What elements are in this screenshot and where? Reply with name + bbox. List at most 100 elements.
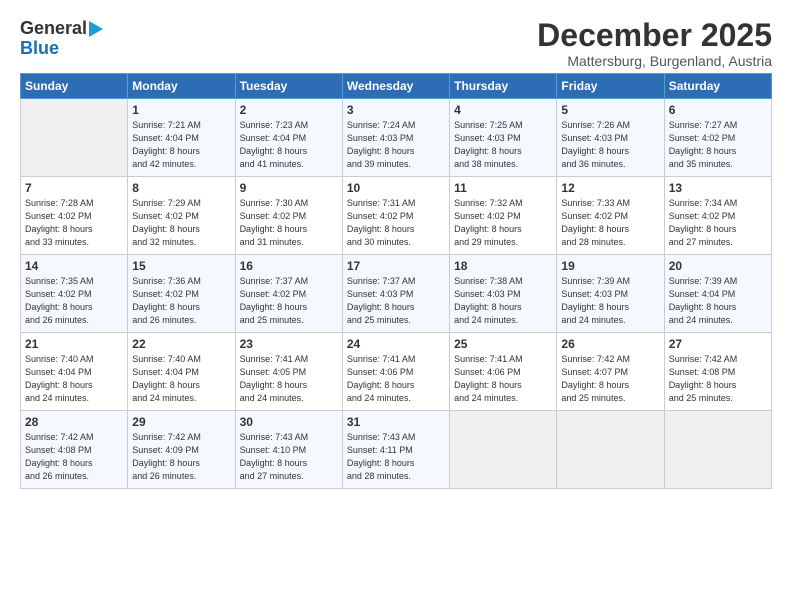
day-info: Sunrise: 7:42 AM Sunset: 4:08 PM Dayligh… — [669, 353, 767, 405]
day-info: Sunrise: 7:23 AM Sunset: 4:04 PM Dayligh… — [240, 119, 338, 171]
header: General Blue December 2025 Mattersburg, … — [20, 18, 772, 69]
day-number: 16 — [240, 259, 338, 273]
day-info: Sunrise: 7:31 AM Sunset: 4:02 PM Dayligh… — [347, 197, 445, 249]
day-cell: 3 Sunrise: 7:24 AM Sunset: 4:03 PM Daylig… — [342, 99, 449, 177]
day-cell: 20Sunrise: 7:39 AM Sunset: 4:04 PM Dayli… — [664, 255, 771, 333]
day-cell: 21Sunrise: 7:40 AM Sunset: 4:04 PM Dayli… — [21, 333, 128, 411]
day-number: 26 — [561, 337, 659, 351]
calendar-table: SundayMondayTuesdayWednesdayThursdayFrid… — [20, 73, 772, 489]
week-row-5: 28 Sunrise: 7:42 AM Sunset: 4:08 PM Dayli… — [21, 411, 772, 489]
day-cell: 19Sunrise: 7:39 AM Sunset: 4:03 PM Dayli… — [557, 255, 664, 333]
day-info: Sunrise: 7:37 AM Sunset: 4:02 PM Dayligh… — [240, 275, 338, 327]
day-cell: 16 Sunrise: 7:37 AM Sunset: 4:02 PM Dayli… — [235, 255, 342, 333]
day-info: Sunrise: 7:26 AM Sunset: 4:03 PM Dayligh… — [561, 119, 659, 171]
day-number: 31 — [347, 415, 445, 429]
day-number: 3 — [347, 103, 445, 117]
col-header-friday: Friday — [557, 74, 664, 99]
day-info: Sunrise: 7:39 AM Sunset: 4:04 PM Dayligh… — [669, 275, 767, 327]
day-info: Sunrise: 7:42 AM Sunset: 4:09 PM Dayligh… — [132, 431, 230, 483]
day-number: 30 — [240, 415, 338, 429]
day-cell: 11 Sunrise: 7:32 AM Sunset: 4:02 PM Dayli… — [450, 177, 557, 255]
day-number: 12 — [561, 181, 659, 195]
location-subtitle: Mattersburg, Burgenland, Austria — [537, 53, 772, 69]
day-info: Sunrise: 7:30 AM Sunset: 4:02 PM Dayligh… — [240, 197, 338, 249]
day-cell: 18 Sunrise: 7:38 AM Sunset: 4:03 PM Dayli… — [450, 255, 557, 333]
day-cell: 9 Sunrise: 7:30 AM Sunset: 4:02 PM Daylig… — [235, 177, 342, 255]
day-number: 1 — [132, 103, 230, 117]
day-cell — [664, 411, 771, 489]
day-info: Sunrise: 7:40 AM Sunset: 4:04 PM Dayligh… — [132, 353, 230, 405]
day-number: 25 — [454, 337, 552, 351]
week-row-1: 1 Sunrise: 7:21 AM Sunset: 4:04 PM Daylig… — [21, 99, 772, 177]
day-info: Sunrise: 7:41 AM Sunset: 4:06 PM Dayligh… — [347, 353, 445, 405]
day-number: 15 — [132, 259, 230, 273]
day-cell: 8Sunrise: 7:29 AM Sunset: 4:02 PM Daylig… — [128, 177, 235, 255]
day-info: Sunrise: 7:43 AM Sunset: 4:11 PM Dayligh… — [347, 431, 445, 483]
day-info: Sunrise: 7:21 AM Sunset: 4:04 PM Dayligh… — [132, 119, 230, 171]
day-number: 24 — [347, 337, 445, 351]
day-cell — [450, 411, 557, 489]
day-cell: 15 Sunrise: 7:36 AM Sunset: 4:02 PM Dayli… — [128, 255, 235, 333]
week-row-2: 7 Sunrise: 7:28 AM Sunset: 4:02 PM Daylig… — [21, 177, 772, 255]
day-cell: 7 Sunrise: 7:28 AM Sunset: 4:02 PM Daylig… — [21, 177, 128, 255]
day-cell: 1 Sunrise: 7:21 AM Sunset: 4:04 PM Daylig… — [128, 99, 235, 177]
day-info: Sunrise: 7:38 AM Sunset: 4:03 PM Dayligh… — [454, 275, 552, 327]
page-container: General Blue December 2025 Mattersburg, … — [0, 0, 792, 499]
col-header-sunday: Sunday — [21, 74, 128, 99]
day-number: 17 — [347, 259, 445, 273]
day-info: Sunrise: 7:37 AM Sunset: 4:03 PM Dayligh… — [347, 275, 445, 327]
header-row: SundayMondayTuesdayWednesdayThursdayFrid… — [21, 74, 772, 99]
day-cell: 29 Sunrise: 7:42 AM Sunset: 4:09 PM Dayli… — [128, 411, 235, 489]
day-number: 10 — [347, 181, 445, 195]
day-cell: 12 Sunrise: 7:33 AM Sunset: 4:02 PM Dayli… — [557, 177, 664, 255]
day-cell: 25 Sunrise: 7:41 AM Sunset: 4:06 PM Dayli… — [450, 333, 557, 411]
day-info: Sunrise: 7:32 AM Sunset: 4:02 PM Dayligh… — [454, 197, 552, 249]
day-cell: 23 Sunrise: 7:41 AM Sunset: 4:05 PM Dayli… — [235, 333, 342, 411]
day-number: 4 — [454, 103, 552, 117]
day-cell: 24 Sunrise: 7:41 AM Sunset: 4:06 PM Dayli… — [342, 333, 449, 411]
day-cell: 26Sunrise: 7:42 AM Sunset: 4:07 PM Dayli… — [557, 333, 664, 411]
day-number: 7 — [25, 181, 123, 195]
day-cell: 5 Sunrise: 7:26 AM Sunset: 4:03 PM Daylig… — [557, 99, 664, 177]
col-header-monday: Monday — [128, 74, 235, 99]
col-header-saturday: Saturday — [664, 74, 771, 99]
logo-general: General — [20, 18, 87, 39]
day-number: 28 — [25, 415, 123, 429]
day-number: 23 — [240, 337, 338, 351]
day-number: 6 — [669, 103, 767, 117]
title-block: December 2025 Mattersburg, Burgenland, A… — [537, 18, 772, 69]
day-cell: 10 Sunrise: 7:31 AM Sunset: 4:02 PM Dayli… — [342, 177, 449, 255]
day-info: Sunrise: 7:36 AM Sunset: 4:02 PM Dayligh… — [132, 275, 230, 327]
day-number: 2 — [240, 103, 338, 117]
day-info: Sunrise: 7:41 AM Sunset: 4:05 PM Dayligh… — [240, 353, 338, 405]
day-number: 19 — [561, 259, 659, 273]
day-info: Sunrise: 7:25 AM Sunset: 4:03 PM Dayligh… — [454, 119, 552, 171]
day-info: Sunrise: 7:28 AM Sunset: 4:02 PM Dayligh… — [25, 197, 123, 249]
day-cell: 31 Sunrise: 7:43 AM Sunset: 4:11 PM Dayli… — [342, 411, 449, 489]
day-cell: 14Sunrise: 7:35 AM Sunset: 4:02 PM Dayli… — [21, 255, 128, 333]
day-cell: 2 Sunrise: 7:23 AM Sunset: 4:04 PM Daylig… — [235, 99, 342, 177]
day-cell — [21, 99, 128, 177]
day-number: 29 — [132, 415, 230, 429]
day-info: Sunrise: 7:33 AM Sunset: 4:02 PM Dayligh… — [561, 197, 659, 249]
col-header-thursday: Thursday — [450, 74, 557, 99]
day-number: 21 — [25, 337, 123, 351]
day-number: 11 — [454, 181, 552, 195]
day-cell: 6Sunrise: 7:27 AM Sunset: 4:02 PM Daylig… — [664, 99, 771, 177]
week-row-3: 14Sunrise: 7:35 AM Sunset: 4:02 PM Dayli… — [21, 255, 772, 333]
day-info: Sunrise: 7:43 AM Sunset: 4:10 PM Dayligh… — [240, 431, 338, 483]
day-number: 9 — [240, 181, 338, 195]
day-info: Sunrise: 7:29 AM Sunset: 4:02 PM Dayligh… — [132, 197, 230, 249]
day-number: 5 — [561, 103, 659, 117]
day-number: 18 — [454, 259, 552, 273]
day-info: Sunrise: 7:42 AM Sunset: 4:08 PM Dayligh… — [25, 431, 123, 483]
logo-blue: Blue — [20, 39, 59, 57]
day-cell: 13Sunrise: 7:34 AM Sunset: 4:02 PM Dayli… — [664, 177, 771, 255]
day-info: Sunrise: 7:24 AM Sunset: 4:03 PM Dayligh… — [347, 119, 445, 171]
day-info: Sunrise: 7:34 AM Sunset: 4:02 PM Dayligh… — [669, 197, 767, 249]
day-cell: 28 Sunrise: 7:42 AM Sunset: 4:08 PM Dayli… — [21, 411, 128, 489]
day-info: Sunrise: 7:41 AM Sunset: 4:06 PM Dayligh… — [454, 353, 552, 405]
day-cell: 22Sunrise: 7:40 AM Sunset: 4:04 PM Dayli… — [128, 333, 235, 411]
week-row-4: 21 Sunrise: 7:40 AM Sunset: 4:04 PM Dayli… — [21, 333, 772, 411]
day-cell — [557, 411, 664, 489]
